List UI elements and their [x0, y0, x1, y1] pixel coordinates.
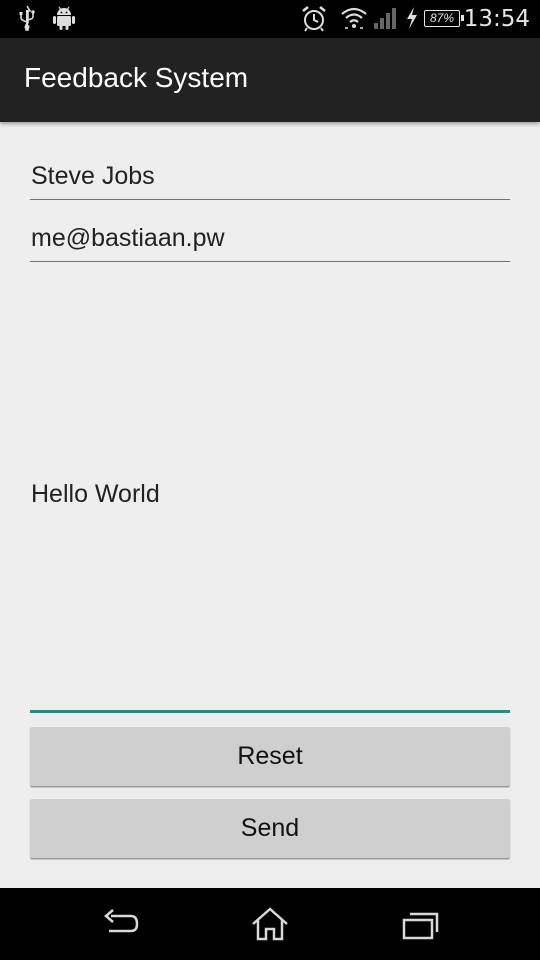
message-text: Hello World — [31, 479, 160, 508]
send-button-label: Send — [240, 814, 300, 842]
reset-button-label: Reset — [237, 742, 303, 770]
alarm-icon — [301, 5, 327, 38]
clock: 13:54 — [463, 6, 530, 32]
battery-icon: 87% — [424, 10, 464, 27]
reset-button[interactable]: Reset — [30, 727, 510, 786]
action-bar: Feedback System — [0, 38, 540, 122]
charging-icon — [405, 5, 419, 36]
send-button[interactable]: Send — [30, 799, 510, 858]
usb-icon — [18, 5, 36, 36]
back-icon[interactable] — [99, 904, 143, 944]
home-icon[interactable] — [248, 904, 292, 944]
navigation-bar — [0, 888, 540, 960]
name-field[interactable] — [30, 154, 510, 200]
android-icon — [52, 5, 76, 36]
signal-icon — [373, 5, 399, 36]
wifi-icon — [340, 5, 368, 36]
app-title: Feedback System — [24, 62, 249, 93]
email-field[interactable] — [30, 216, 510, 262]
message-field[interactable]: Hello World — [30, 278, 510, 713]
battery-percent: 87% — [429, 11, 455, 25]
recent-apps-icon[interactable] — [398, 904, 442, 944]
status-bar: 87% 13:54 — [0, 0, 540, 38]
